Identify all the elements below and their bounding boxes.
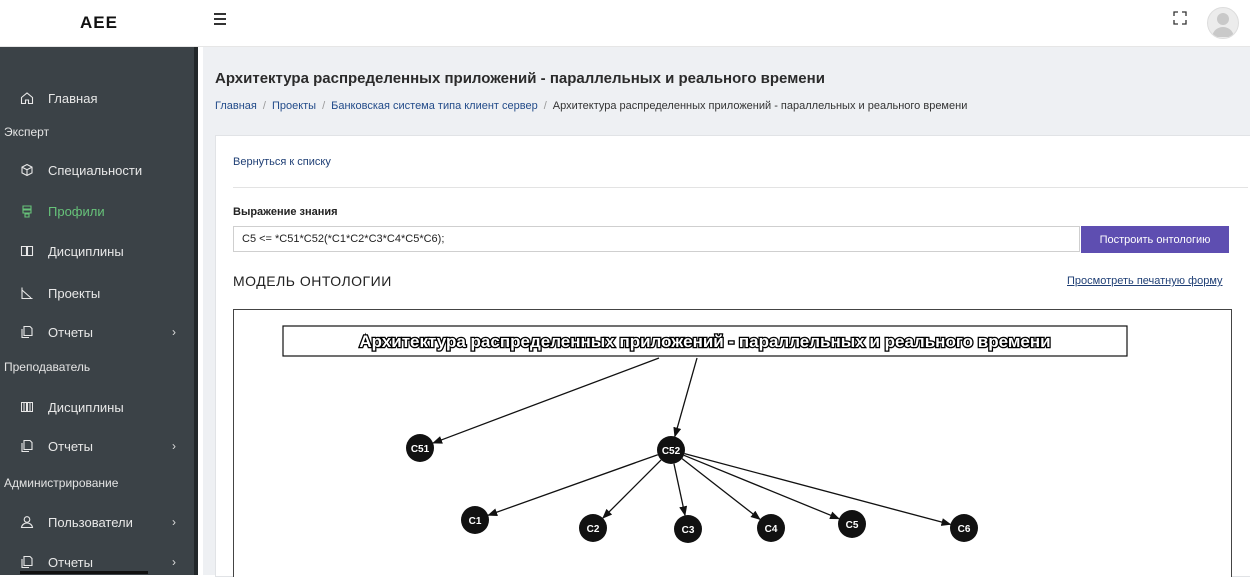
menu-toggle-icon[interactable] (214, 13, 226, 25)
graph-edge-c52-c2 (602, 459, 662, 519)
sidebar-item-label: Дисциплины (48, 399, 124, 415)
sidebar-item-label: Главная (48, 90, 98, 106)
sidebar-item-label: Отчеты (48, 438, 93, 454)
graph-node-c5[interactable]: C5 (838, 510, 866, 538)
sidebar-bottom-scroll-indicator (20, 571, 148, 574)
graph-node-c6[interactable]: C6 (950, 514, 978, 542)
sidebar-section-admin: Администрирование (4, 476, 119, 490)
sidebar: Главная Эксперт Специальности Профили Ди… (0, 47, 198, 575)
ontology-graph: Архитектура распределенных приложений - … (282, 325, 1128, 543)
graph-node-c51[interactable]: C51 (406, 434, 434, 462)
graph-node-label: C1 (469, 516, 482, 527)
graph-node-c2[interactable]: C2 (579, 514, 607, 542)
chevron-right-icon: › (172, 439, 176, 453)
stack-icon (18, 204, 36, 218)
sidebar-item-label: Отчеты (48, 554, 93, 570)
breadcrumb: Главная / Проекты / Банковская система типа … (215, 100, 968, 112)
sidebar-item-teacher-reports[interactable]: Отчеты › (0, 427, 190, 465)
root-node-label: Архитектура распределенных приложений - … (359, 332, 1050, 351)
main-content: Архитектура распределенных приложений - … (203, 47, 1250, 577)
graph-node-label: C51 (411, 444, 430, 455)
sidebar-item-label: Профили (48, 203, 105, 219)
cube-icon (18, 163, 36, 177)
breadcrumb-current: Архитектура распределенных приложений - … (552, 100, 968, 112)
chart-icon (18, 286, 36, 300)
book-icon (18, 244, 36, 258)
sidebar-item-projects[interactable]: Проекты (0, 274, 190, 312)
copy-icon (18, 555, 36, 569)
book-icon (18, 400, 36, 414)
top-bar: AEE (0, 0, 1250, 47)
sidebar-item-label: Отчеты (48, 324, 93, 340)
graph-node-label: C3 (682, 525, 695, 536)
model-title: МОДЕЛЬ ОНТОЛОГИИ (233, 273, 392, 289)
graph-node-label: C4 (765, 524, 778, 535)
expression-label: Выражение знания (233, 206, 338, 218)
home-icon (18, 91, 36, 105)
ontology-card: Вернуться к списку Выражение знания C5 <… (215, 135, 1250, 577)
fullscreen-icon[interactable] (1172, 10, 1188, 26)
brand-logo[interactable]: AEE (0, 0, 198, 46)
sidebar-section-expert: Эксперт (4, 125, 50, 139)
graph-node-label: C5 (846, 520, 859, 531)
user-avatar[interactable] (1207, 7, 1239, 39)
graph-edge-c52-c5 (683, 454, 840, 520)
sidebar-item-disciplines[interactable]: Дисциплины (0, 232, 190, 270)
sidebar-item-admin-reports[interactable]: Отчеты › (0, 543, 190, 581)
chevron-right-icon: › (172, 555, 176, 569)
page-title: Архитектура распределенных приложений - … (215, 70, 825, 87)
graph-node-label: C2 (587, 524, 600, 535)
graph-edge-c52-c1 (487, 454, 659, 517)
graph-edge-c52-c4 (681, 458, 761, 521)
graph-node-label: C6 (958, 524, 971, 535)
graph-node-c1[interactable]: C1 (461, 506, 489, 534)
user-icon (18, 515, 36, 529)
chevron-right-icon: › (172, 515, 176, 529)
breadcrumb-home[interactable]: Главная (215, 100, 257, 112)
sidebar-scrollbar[interactable] (194, 47, 198, 575)
copy-icon (18, 325, 36, 339)
sidebar-item-label: Дисциплины (48, 243, 124, 259)
back-to-list-link[interactable]: Вернуться к списку (233, 156, 331, 168)
graph-edge-root-c51 (432, 357, 660, 444)
divider (233, 187, 1248, 188)
chevron-right-icon: › (172, 325, 176, 339)
breadcrumb-project[interactable]: Банковская система типа клиент сервер (331, 100, 538, 112)
sidebar-item-users[interactable]: Пользователи › (0, 503, 190, 541)
sidebar-item-home[interactable]: Главная (0, 79, 190, 117)
copy-icon (18, 439, 36, 453)
graph-node-c52[interactable]: C52 (657, 436, 685, 464)
graph-node-label: C52 (662, 446, 681, 457)
sidebar-item-reports[interactable]: Отчеты › (0, 313, 190, 351)
sidebar-section-teacher: Преподаватель (4, 360, 91, 374)
build-ontology-button[interactable]: Построить онтологию (1081, 226, 1229, 253)
graph-edge-c52-c3 (673, 463, 688, 517)
graph-node-c4[interactable]: C4 (757, 514, 785, 542)
sidebar-item-teacher-disciplines[interactable]: Дисциплины (0, 388, 190, 426)
sidebar-item-label: Проекты (48, 285, 101, 301)
sidebar-item-label: Специальности (48, 162, 143, 178)
breadcrumb-projects[interactable]: Проекты (272, 100, 316, 112)
expression-input[interactable]: C5 <= *C51*C52(*C1*C2*C3*C4*C5*C6); (233, 226, 1080, 252)
sidebar-item-profiles[interactable]: Профили (0, 192, 190, 230)
graph-edge-c52-c6 (684, 452, 952, 526)
graph-node-c3[interactable]: C3 (674, 515, 702, 543)
graph-edge-root-c52 (673, 357, 698, 438)
sidebar-item-specialties[interactable]: Специальности (0, 151, 190, 189)
print-form-link[interactable]: Просмотреть печатную форму (1067, 275, 1223, 287)
sidebar-item-label: Пользователи (48, 514, 133, 530)
ontology-graph-canvas: Архитектура распределенных приложений - … (233, 309, 1232, 577)
